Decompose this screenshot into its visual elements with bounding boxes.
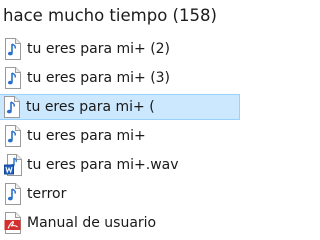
audio-file-icon — [4, 183, 22, 205]
file-row-terror[interactable]: terror — [0, 181, 240, 207]
folder-title: hace mucho tiempo (158) — [3, 6, 217, 25]
file-row-tu-eres-para-mi-wav[interactable]: tu eres para mi+.wav — [0, 152, 240, 178]
file-row-tu-eres-para-mi[interactable]: tu eres para mi+ — [0, 123, 240, 149]
file-name: Manual de usuario — [27, 215, 157, 231]
file-row-tu-eres-para-mi-selected[interactable]: tu eres para mi+ ( — [0, 94, 240, 120]
audio-file-icon — [3, 96, 21, 118]
audio-file-icon — [4, 38, 22, 60]
file-row-tu-eres-para-mi-3[interactable]: tu eres para mi+ (3) — [0, 65, 240, 91]
file-name: tu eres para mi+ (3) — [27, 70, 171, 86]
audio-file-icon — [4, 67, 22, 89]
wav-document-icon — [4, 154, 22, 176]
file-row-tu-eres-para-mi-2[interactable]: tu eres para mi+ (2) — [0, 36, 240, 62]
pdf-file-icon — [4, 212, 22, 234]
audio-file-icon — [4, 125, 22, 147]
file-name: tu eres para mi+ (2) — [27, 41, 171, 57]
file-explorer-view: hace mucho tiempo (158) tu eres para mi+… — [0, 0, 240, 240]
file-name: tu eres para mi+ — [27, 128, 146, 144]
file-row-manual-de-usuario[interactable]: Manual de usuario — [0, 210, 240, 236]
file-name: terror — [27, 186, 67, 202]
file-name: tu eres para mi+ ( — [26, 99, 155, 115]
file-name: tu eres para mi+.wav — [27, 157, 179, 173]
file-list: tu eres para mi+ (2) tu eres para mi+ (3… — [0, 36, 240, 239]
